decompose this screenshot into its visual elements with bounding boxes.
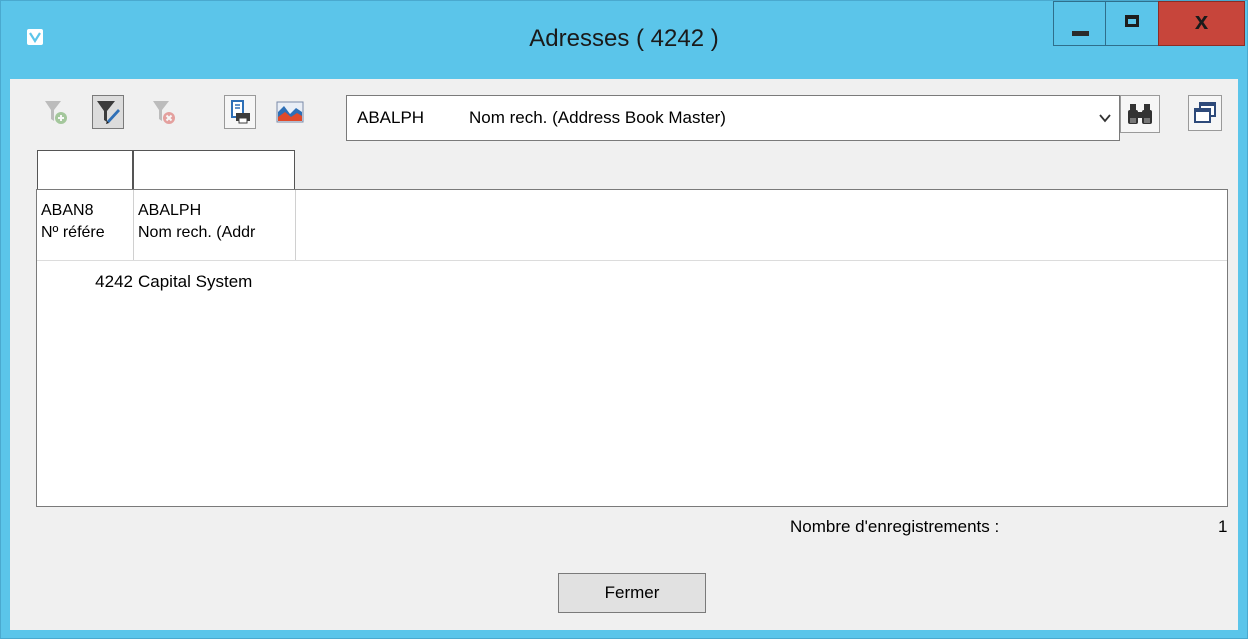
maximize-icon: [1125, 15, 1139, 27]
minimize-button[interactable]: [1053, 1, 1106, 46]
restore-button[interactable]: [1188, 95, 1222, 131]
cell-name: Capital System: [138, 272, 253, 291]
header-separator: [37, 260, 1227, 261]
column-label: Nº référe: [41, 224, 105, 241]
minimize-icon: [1072, 31, 1089, 36]
close-button[interactable]: Fermer: [558, 573, 706, 613]
cell-number: 4242: [95, 272, 133, 291]
column-field: ABAN8: [41, 202, 94, 219]
edit-filter-button[interactable]: [92, 95, 124, 129]
search-field-code: ABALPH: [357, 108, 425, 127]
filter-input-aban8[interactable]: [37, 150, 133, 190]
column-label: Nom rech. (Addr: [138, 224, 256, 241]
close-window-button[interactable]: x: [1158, 1, 1245, 46]
filter-input-abalph[interactable]: [133, 150, 295, 190]
chevron-down-icon[interactable]: [1099, 110, 1111, 126]
filter-add-icon: [45, 101, 67, 124]
search-field-combo[interactable]: ABALPH Nom rech. (Address Book Master): [346, 95, 1120, 141]
title-bar[interactable]: Adresses ( 4242 ) x: [1, 1, 1247, 79]
maximize-button[interactable]: [1105, 1, 1159, 46]
column-header-abalph[interactable]: ABALPH Nom rech. (Addr: [134, 190, 296, 260]
chart-button[interactable]: [274, 95, 306, 129]
results-grid: ABAN8 Nº référe ABALPH Nom rech. (Addr 4…: [36, 189, 1228, 507]
column-header-aban8[interactable]: ABAN8 Nº référe: [37, 190, 134, 260]
record-count-label: Nombre d'enregistrements :: [790, 517, 1000, 536]
search-field-description: Nom rech. (Address Book Master): [469, 108, 726, 127]
windows-icon: [1194, 102, 1216, 123]
remove-filter-button[interactable]: [148, 95, 180, 129]
binoculars-icon: [1128, 104, 1152, 124]
client-area: ABALPH Nom rech. (Address Book Master) A…: [10, 79, 1238, 630]
record-count-value: 1: [1218, 517, 1228, 536]
chart-icon: [276, 101, 304, 123]
print-icon: [231, 100, 250, 124]
print-button[interactable]: [224, 95, 256, 129]
close-icon: x: [1194, 8, 1209, 35]
search-button[interactable]: [1120, 95, 1160, 133]
add-filter-button[interactable]: [40, 95, 72, 129]
column-field: ABALPH: [138, 202, 202, 219]
filter-remove-icon: [153, 101, 175, 124]
filter-edit-icon: [97, 101, 120, 124]
address-window: Adresses ( 4242 ) x ABALPH Nom rech. (Ad…: [0, 0, 1248, 639]
